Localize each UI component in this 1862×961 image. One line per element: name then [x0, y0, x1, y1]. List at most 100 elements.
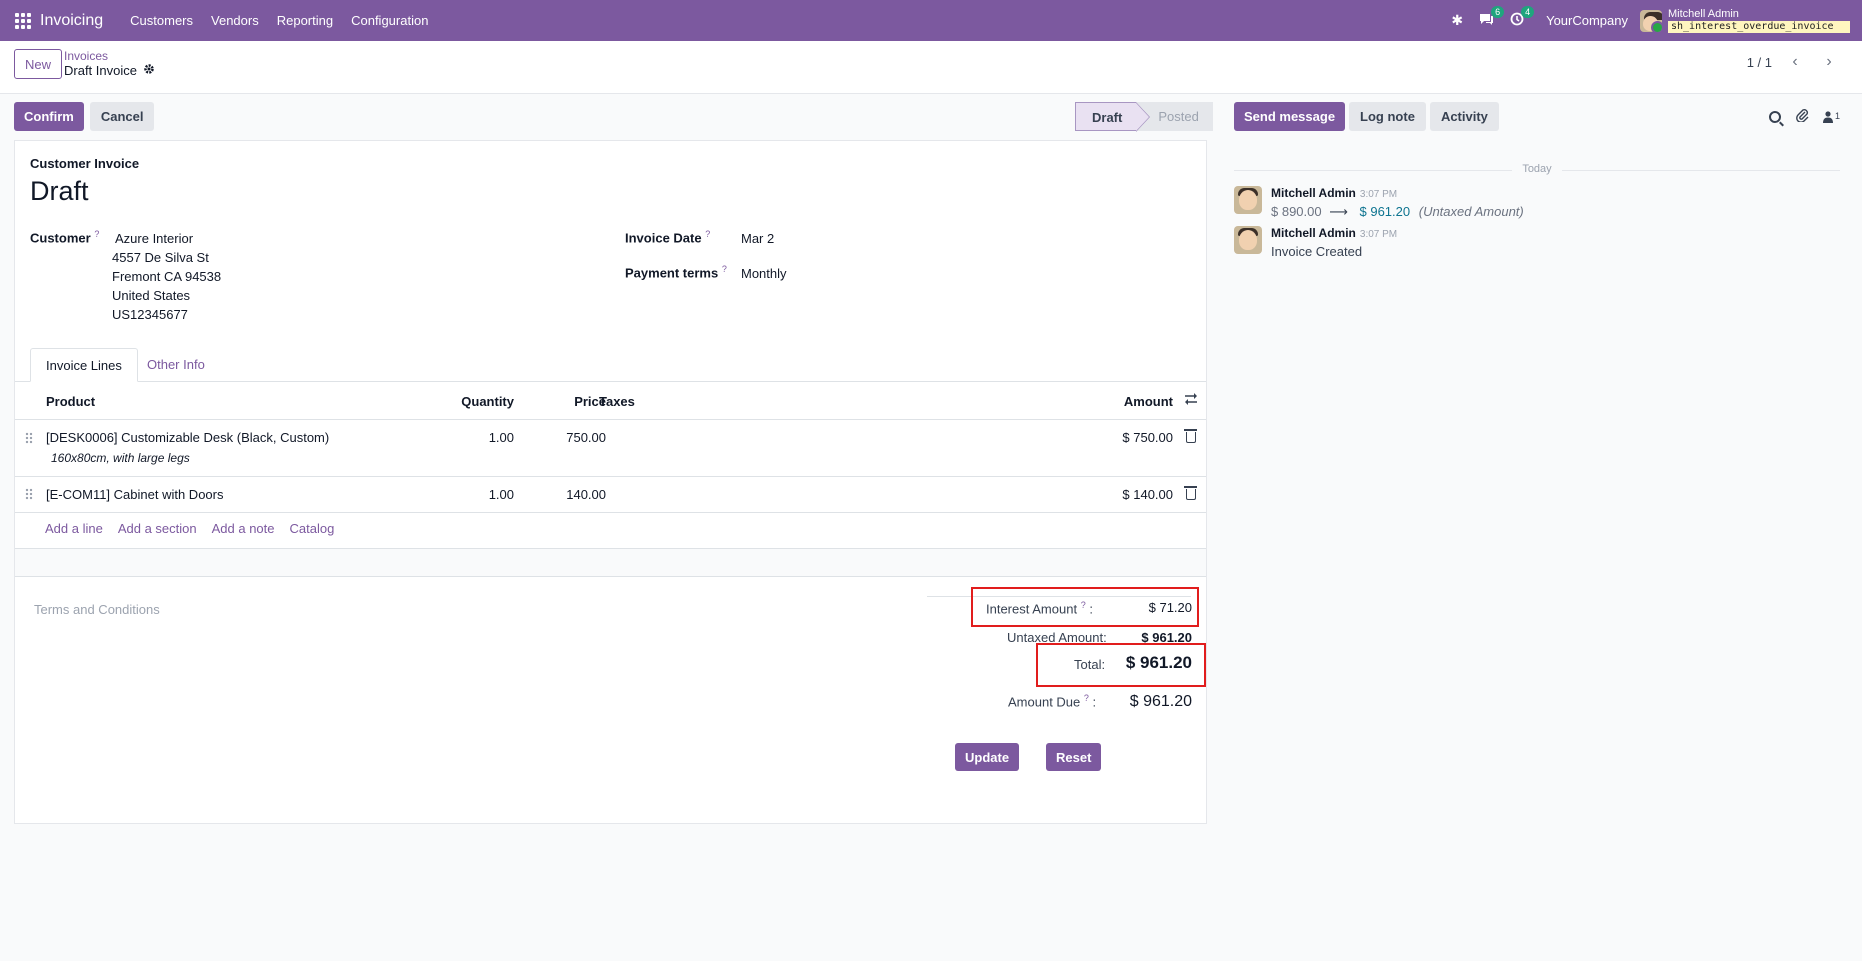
arrow-right-icon: ⟶ — [1329, 204, 1348, 219]
tracking-new-value: $ 961.20 — [1359, 204, 1411, 219]
empty-row — [15, 548, 1206, 577]
app-name[interactable]: Invoicing — [40, 12, 103, 30]
paperclip-icon[interactable] — [1795, 108, 1809, 125]
author-avatar[interactable] — [1234, 186, 1262, 214]
message-author[interactable]: Mitchell Admin 3:07 PM — [1271, 226, 1397, 240]
line-product[interactable]: [DESK0006] Customizable Desk (Black, Cus… — [46, 430, 329, 445]
menu-vendors[interactable]: Vendors — [211, 13, 259, 28]
activity-button[interactable]: Activity — [1429, 102, 1499, 131]
line-price[interactable]: 750.00 — [566, 430, 606, 445]
line-quantity[interactable]: 1.00 — [489, 487, 514, 502]
table-row[interactable]: [E-COM11] Cabinet with Doors 1.00 140.00… — [15, 477, 1206, 513]
invoice-date-label: Invoice Date ? — [625, 229, 711, 246]
new-button[interactable]: New — [14, 49, 63, 79]
terms-and-conditions-field[interactable]: Terms and Conditions — [34, 602, 160, 617]
log-note-button[interactable]: Log note — [1349, 102, 1426, 131]
amount-due-value: $ 961.20 — [1129, 693, 1192, 710]
interest-amount-value: $ 71.20 — [1148, 600, 1192, 615]
messages-icon[interactable]: 6 — [1479, 6, 1505, 29]
user-menu[interactable]: Mitchell Admin sh_interest_overdue_invoi… — [1668, 8, 1850, 33]
invoice-date-field[interactable]: Mar 2 — [741, 231, 774, 246]
activities-badge: 4 — [1521, 6, 1535, 18]
help-icon[interactable]: ? — [1081, 600, 1086, 610]
col-quantity[interactable]: Quantity — [461, 394, 514, 409]
invoice-sheet: Customer Invoice Draft Customer ? Azure … — [14, 140, 1207, 824]
control-panel: New Invoices Draft Invoice 1 / 1 ‹ › — [0, 41, 1862, 94]
add-note-link[interactable]: Add a note — [212, 521, 275, 536]
customer-city: Fremont CA 94538 — [112, 269, 222, 284]
status-bar: Draft Posted — [1075, 102, 1213, 132]
breadcrumb: Invoices Draft Invoice — [64, 49, 155, 78]
company-switcher[interactable]: YourCompany — [1546, 13, 1628, 28]
line-quantity[interactable]: 1.00 — [489, 430, 514, 445]
send-message-button[interactable]: Send message — [1234, 102, 1346, 131]
line-amount: $ 140.00 — [1122, 487, 1173, 502]
optional-columns-icon[interactable] — [1184, 393, 1198, 408]
message-author[interactable]: Mitchell Admin 3:07 PM — [1271, 186, 1397, 200]
followers-icon[interactable]: 1 — [1822, 110, 1840, 123]
help-icon[interactable]: ? — [94, 229, 99, 239]
customer-name[interactable]: Azure Interior — [112, 229, 221, 248]
table-row[interactable]: [DESK0006] Customizable Desk (Black, Cus… — [15, 420, 1206, 477]
pager-next-icon[interactable]: › — [1818, 53, 1840, 71]
catalog-link[interactable]: Catalog — [290, 521, 335, 536]
pager-previous-icon[interactable]: ‹ — [1784, 53, 1806, 71]
menu-reporting[interactable]: Reporting — [277, 13, 333, 28]
status-draft[interactable]: Draft — [1075, 102, 1151, 132]
total-value: $ 961.20 — [1125, 653, 1192, 672]
user-avatar[interactable] — [1640, 9, 1662, 32]
line-product[interactable]: [E-COM11] Cabinet with Doors — [46, 487, 224, 502]
update-button[interactable]: Update — [955, 743, 1020, 771]
debug-bug-icon[interactable]: ✱ — [1451, 12, 1463, 29]
customer-label: Customer ? — [30, 229, 100, 246]
help-icon[interactable]: ? — [1084, 693, 1089, 703]
apps-menu-icon[interactable] — [15, 12, 31, 29]
help-icon[interactable]: ? — [722, 264, 727, 274]
message-tracking: Mitchell Admin 3:07 PM $ 890.00 ⟶ $ 961.2… — [1234, 186, 1834, 222]
line-description[interactable]: 160x80cm, with large legs — [51, 451, 190, 465]
tab-invoice-lines[interactable]: Invoice Lines — [30, 348, 138, 382]
customer-field[interactable]: Azure Interior 4557 De Silva St Fremont … — [112, 229, 221, 324]
total-label: Total: — [1074, 657, 1106, 672]
tab-other-info[interactable]: Other Info — [132, 348, 220, 382]
chatter-toolbar: 1 — [1768, 108, 1840, 125]
reset-button[interactable]: Reset — [1046, 743, 1102, 771]
col-product[interactable]: Product — [46, 394, 95, 409]
confirm-button[interactable]: Confirm — [14, 102, 84, 131]
cancel-button[interactable]: Cancel — [89, 102, 155, 131]
menu-configuration[interactable]: Configuration — [351, 13, 428, 28]
gear-icon[interactable] — [143, 63, 155, 78]
document-type: Customer Invoice — [30, 156, 140, 171]
author-avatar[interactable] — [1234, 226, 1262, 254]
drag-handle-icon[interactable] — [25, 488, 33, 500]
message-created: Mitchell Admin 3:07 PM Invoice Created — [1234, 226, 1834, 262]
line-price[interactable]: 140.00 — [566, 487, 606, 502]
add-line-link[interactable]: Add a line — [45, 521, 103, 536]
breadcrumb-current-label: Draft Invoice — [64, 63, 137, 78]
payment-terms-field[interactable]: Monthly — [741, 266, 787, 281]
help-icon[interactable]: ? — [705, 229, 710, 239]
trash-icon[interactable] — [1184, 429, 1197, 443]
amount-due-label: Amount Due ? : — [1008, 693, 1097, 710]
col-taxes[interactable]: Taxes — [599, 394, 635, 409]
message-body: Invoice Created — [1271, 244, 1363, 259]
breadcrumb-invoices[interactable]: Invoices — [64, 49, 155, 63]
drag-handle-icon[interactable] — [25, 432, 33, 444]
line-amount: $ 750.00 — [1122, 430, 1173, 445]
tracking-old-value: $ 890.00 — [1271, 204, 1322, 219]
chatter-actions: Send message Log note Activity — [1234, 102, 1499, 131]
message-time: 3:07 PM — [1359, 229, 1398, 240]
col-amount[interactable]: Amount — [1124, 394, 1173, 409]
activities-clock-icon[interactable]: 4 — [1510, 6, 1535, 29]
followers-count: 1 — [1834, 110, 1840, 121]
add-section-link[interactable]: Add a section — [118, 521, 197, 536]
breadcrumb-current: Draft Invoice — [64, 63, 155, 78]
menu-customers[interactable]: Customers — [130, 13, 193, 28]
form-action-buttons: Confirm Cancel — [14, 102, 155, 131]
user-name: Mitchell Admin — [1668, 8, 1739, 20]
lines-header: Product Quantity Price Taxes Amount — [15, 382, 1206, 420]
pager-value[interactable]: 1 / 1 — [1747, 55, 1772, 70]
search-icon[interactable] — [1768, 110, 1781, 123]
trash-icon[interactable] — [1184, 486, 1197, 500]
customer-street: 4557 De Silva St — [112, 250, 209, 265]
